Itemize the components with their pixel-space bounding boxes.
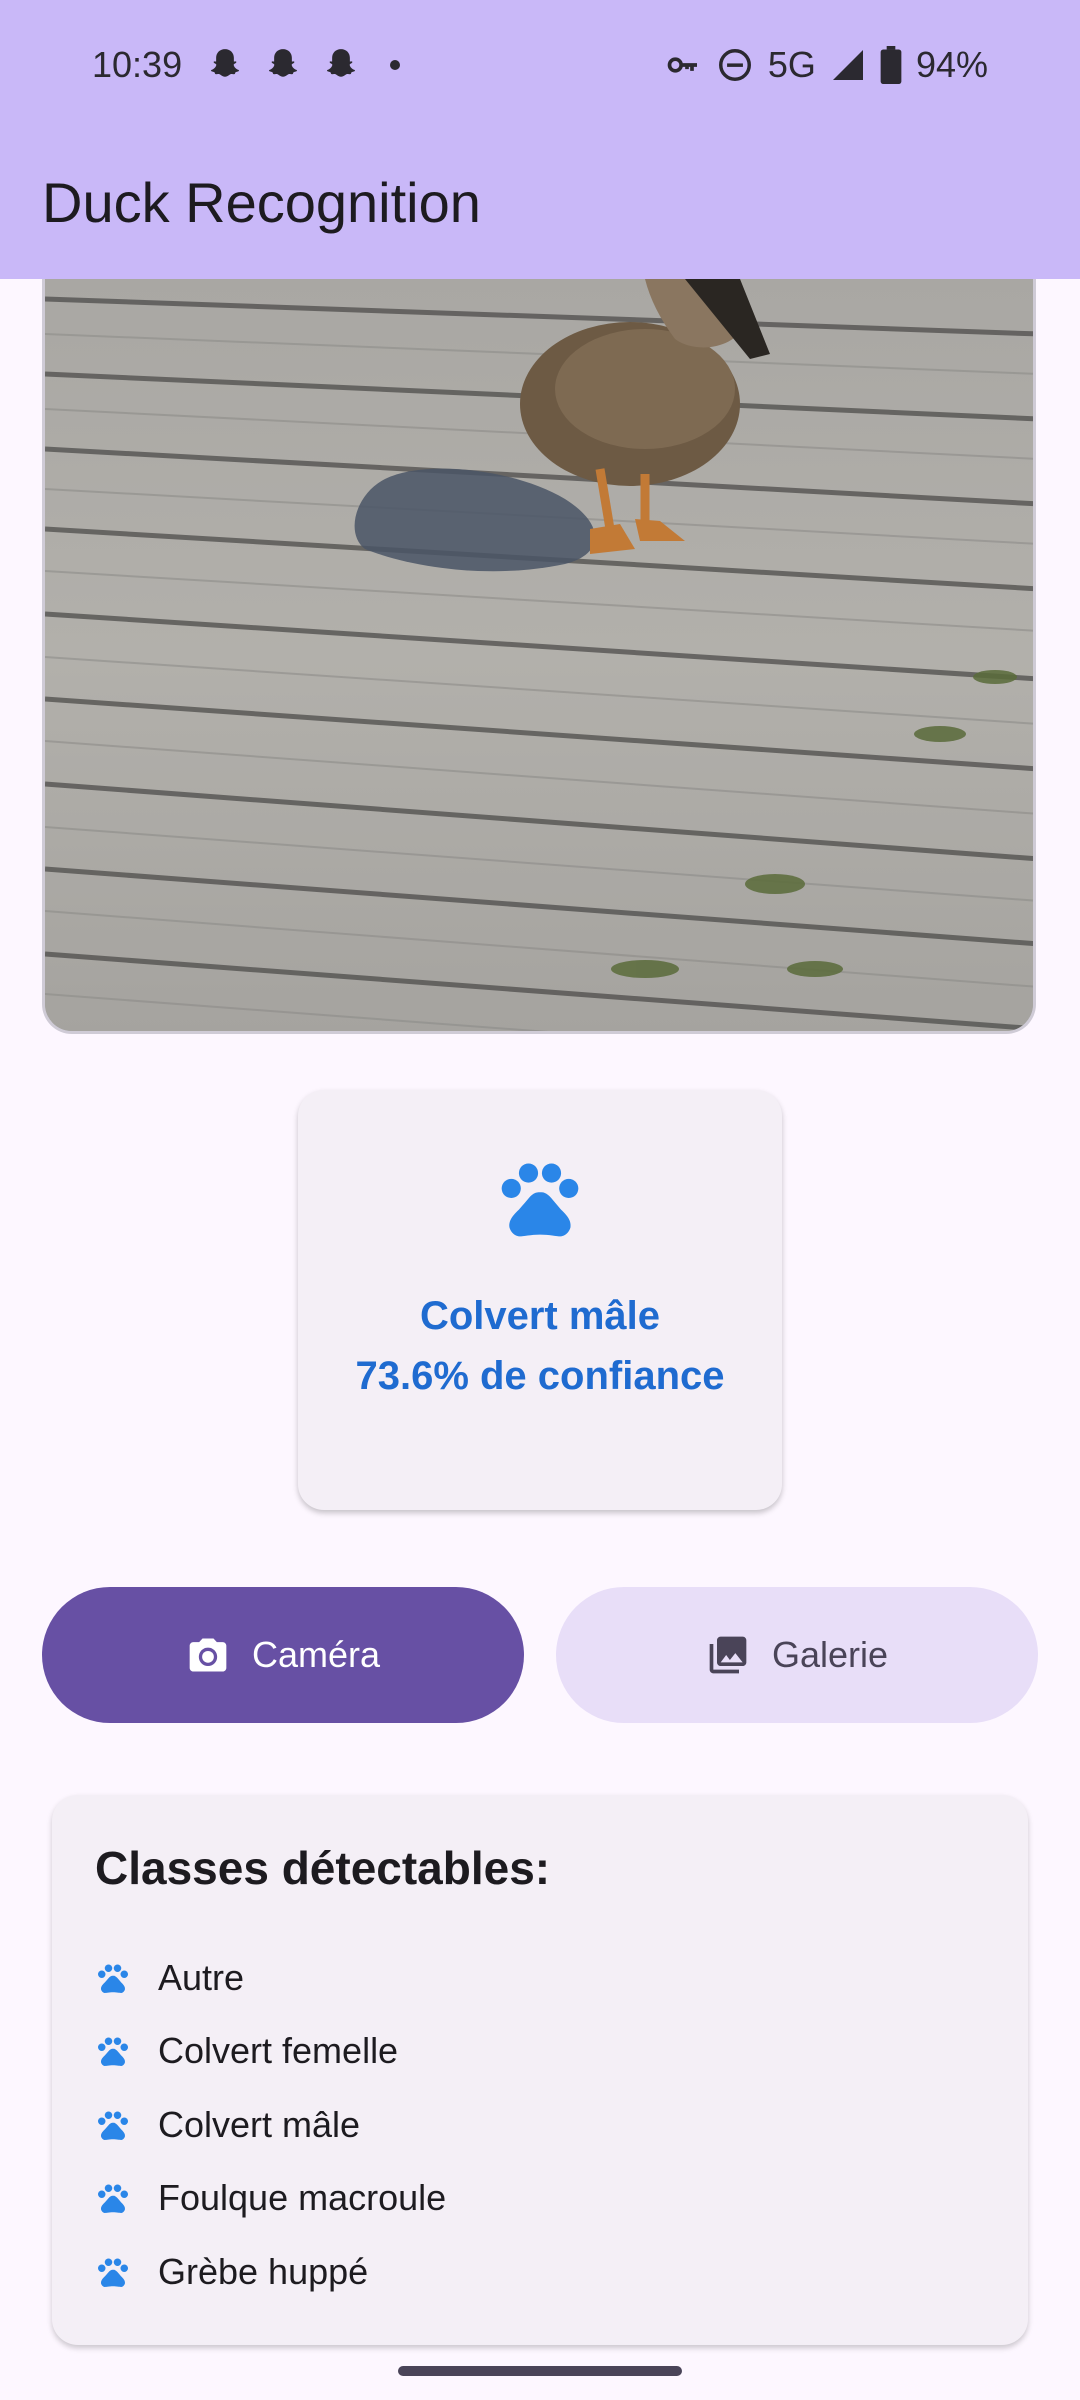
class-label: Colvert femelle <box>158 2030 399 2072</box>
image-gallery-icon <box>709 1636 747 1674</box>
classes-list: Autre Colvert femelle Colvert mâle Foulq… <box>95 1941 446 2309</box>
duck-on-wooden-boardwalk-image <box>42 279 1036 1034</box>
notification-icons <box>206 46 400 84</box>
status-time: 10:39 <box>92 44 183 85</box>
camera-button[interactable]: Caméra <box>42 1587 524 1723</box>
snapchat-ghost-icon <box>269 49 297 77</box>
class-label: Foulque macroule <box>158 2177 447 2219</box>
system-status: 5G 94% <box>662 44 988 86</box>
more-notifications-dot-icon <box>390 60 400 70</box>
list-item: Foulque macroule <box>95 2162 446 2236</box>
list-item: Grèbe huppé <box>95 2235 446 2309</box>
snapchat-ghost-icon <box>211 49 239 77</box>
classes-title: Classes détectables: <box>95 1842 551 1894</box>
detectable-classes-card: Classes détectables: Autre Colvert femel… <box>52 1795 1028 2345</box>
list-item: Colvert femelle <box>95 2015 446 2089</box>
battery-percent: 94% <box>915 44 988 85</box>
home-indicator[interactable] <box>398 2366 682 2376</box>
confidence-text: 73.6% de confiance <box>355 1354 725 1398</box>
paw-icon <box>98 2111 128 2140</box>
paw-icon <box>98 1964 128 1993</box>
app-bar: 10:39 5G 94% Duck Recognition <box>0 0 1080 279</box>
class-label: Colvert mâle <box>158 2103 361 2145</box>
status-bar: 10:39 5G 94% <box>0 0 1080 132</box>
vpn-key-icon <box>667 57 697 73</box>
network-type: 5G <box>767 44 816 85</box>
gallery-button-label: Galerie <box>771 1634 889 1675</box>
list-item: Autre <box>95 1941 446 2015</box>
paw-icon <box>98 2184 128 2214</box>
paw-icon <box>98 2258 128 2287</box>
do-not-disturb-icon <box>718 49 751 81</box>
prediction-result-card: Colvert mâle 73.6% de confiance <box>298 1090 782 1510</box>
battery-icon <box>880 46 902 84</box>
camera-button-label: Caméra <box>251 1634 381 1675</box>
camera-icon <box>189 1638 227 1672</box>
snapchat-ghost-icon <box>327 49 355 77</box>
predicted-class-label: Colvert mâle <box>419 1294 661 1338</box>
cellular-signal-icon <box>832 50 863 80</box>
class-label: Grèbe huppé <box>158 2250 369 2292</box>
page-title: Duck Recognition <box>42 171 481 234</box>
list-item: Colvert mâle <box>95 2088 446 2162</box>
class-label: Autre <box>158 1956 245 1998</box>
paw-icon <box>98 2037 128 2067</box>
gallery-button[interactable]: Galerie <box>556 1587 1038 1723</box>
paw-icon <box>501 1163 579 1237</box>
